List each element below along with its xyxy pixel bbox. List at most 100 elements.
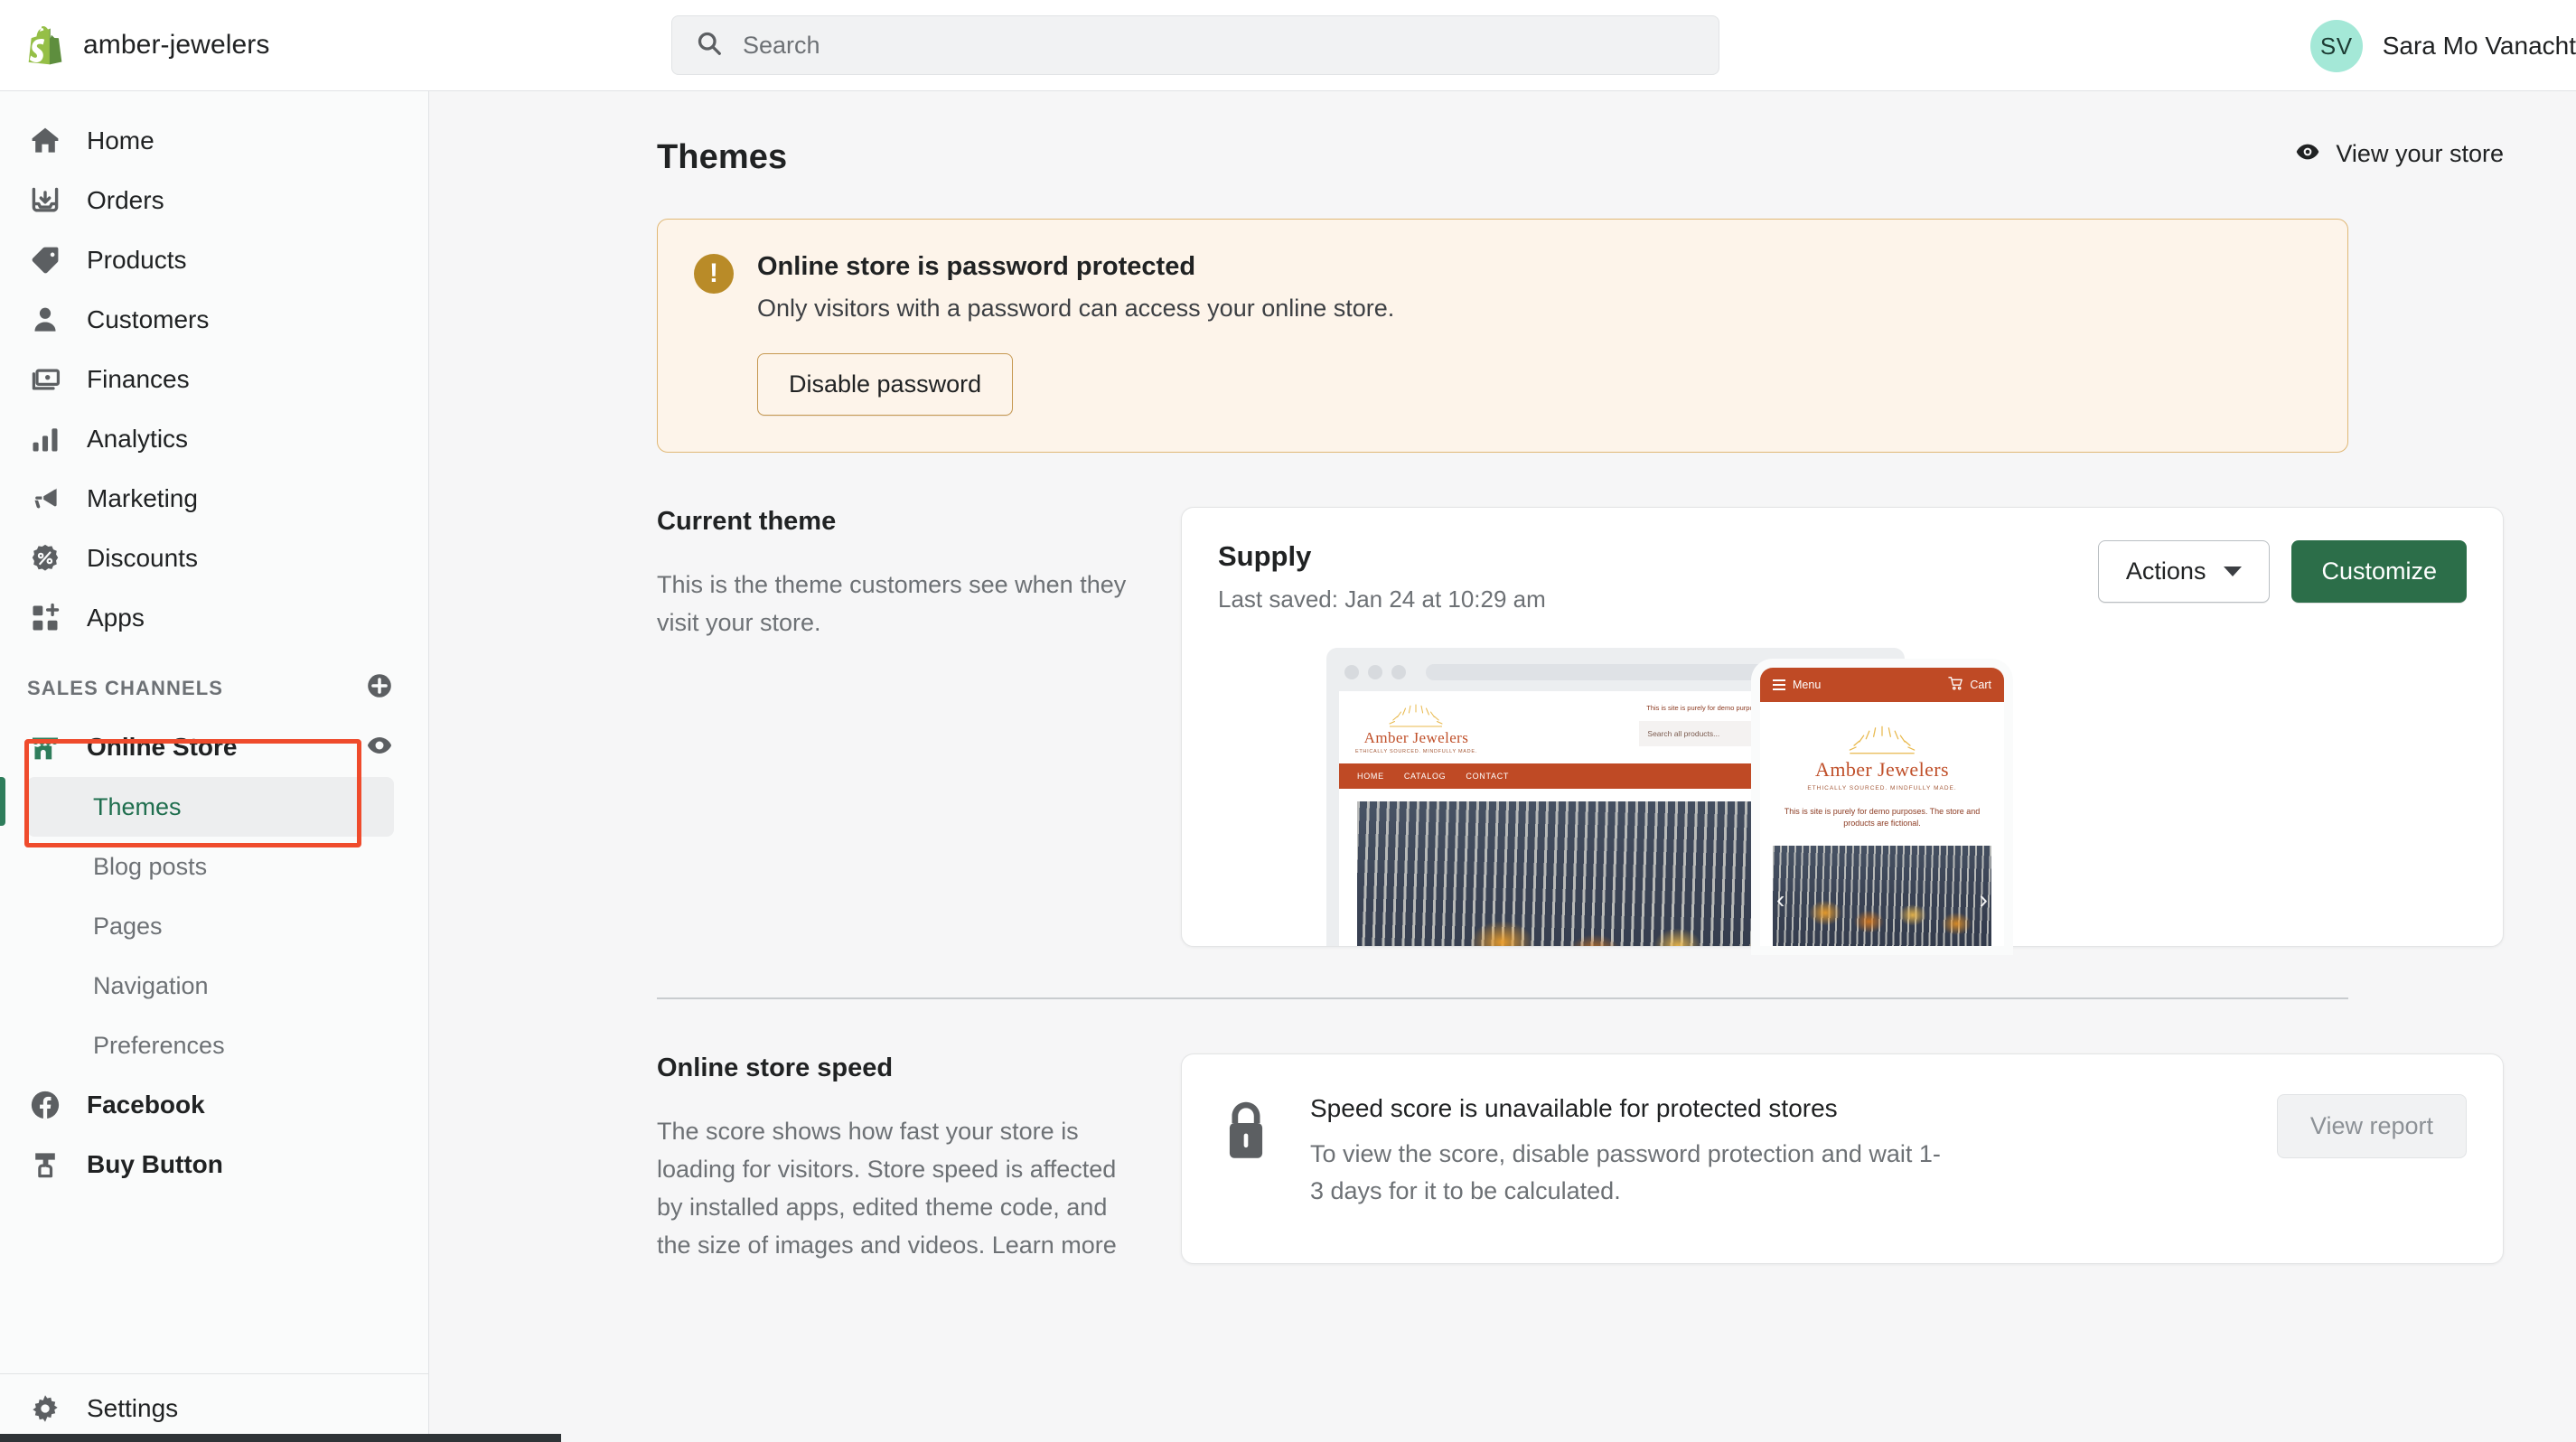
sidebar-label: Products xyxy=(87,246,187,274)
sidebar-item-online-store[interactable]: Online Store xyxy=(0,717,428,777)
theme-actions-row: Actions Customize xyxy=(2097,540,2467,603)
sidebar-label: Blog posts xyxy=(93,852,208,880)
sidebar-item-buy-button[interactable]: Buy Button xyxy=(0,1135,428,1194)
view-your-store-link[interactable]: View your store xyxy=(2294,138,2504,170)
browser-dot xyxy=(1368,665,1382,679)
sidebar-label: Apps xyxy=(87,604,145,632)
view-your-store-label: View your store xyxy=(2336,140,2504,167)
carousel-prev-arrow[interactable]: ‹ xyxy=(1776,887,1784,913)
sidebar: Home Orders Products Customers Finances … xyxy=(0,91,429,1442)
avatar: SV xyxy=(2309,20,2363,72)
theme-card-header: Supply Last saved: Jan 24 at 10:29 am Ac… xyxy=(1182,508,2503,613)
search-container[interactable]: Search xyxy=(671,15,1719,75)
sidebar-item-orders[interactable]: Orders xyxy=(0,171,428,230)
eye-icon[interactable] xyxy=(365,731,394,764)
store-speed-description: The score shows how fast your store is l… xyxy=(657,1118,1117,1259)
discount-percent-icon xyxy=(27,540,63,576)
banner-text: Only visitors with a password can access… xyxy=(757,295,1395,322)
lock-icon xyxy=(1218,1094,1274,1169)
current-theme-description: This is the theme customers see when the… xyxy=(657,571,1127,637)
sidebar-item-customers[interactable]: Customers xyxy=(0,290,428,350)
preview-search-placeholder: Search all products... xyxy=(1647,729,1720,738)
actions-button[interactable]: Actions xyxy=(2097,540,2271,603)
sidebar-label: Orders xyxy=(87,186,164,214)
theme-preview[interactable]: Amber Jewelers ETHICALLY SOURCED. MINDFU… xyxy=(1182,648,2503,946)
preview-logo: Amber Jewelers ETHICALLY SOURCED. MINDFU… xyxy=(1355,704,1477,754)
current-theme-heading: Current theme xyxy=(657,507,837,536)
preview-nav-item[interactable]: CATALOG xyxy=(1404,772,1447,781)
speed-card-text: To view the score, disable password prot… xyxy=(1310,1140,1941,1205)
bar-chart-icon xyxy=(27,421,63,457)
mobile-logo: Amber Jewelers ETHICALLY SOURCED. MINDFU… xyxy=(1760,702,2004,791)
sidebar-item-themes[interactable]: Themes xyxy=(27,777,394,837)
page-title: Themes xyxy=(657,138,788,176)
current-theme-card: Supply Last saved: Jan 24 at 10:29 am Ac… xyxy=(1181,507,2504,947)
store-speed-card: Speed score is unavailable for protected… xyxy=(1181,1053,2504,1265)
cart-icon xyxy=(1948,677,1963,693)
sidebar-item-apps[interactable]: Apps xyxy=(0,588,428,648)
sidebar-item-home[interactable]: Home xyxy=(0,111,428,171)
top-bar: amber-jewelers Search SV Sara Mo Vanacht xyxy=(0,0,2576,91)
sidebar-label: Navigation xyxy=(93,971,209,999)
store-speed-section: Online store speed The score shows how f… xyxy=(657,1053,2504,1265)
sidebar-label: Online Store xyxy=(87,733,238,761)
eye-icon xyxy=(2294,138,2321,170)
sunburst-icon xyxy=(1849,726,1916,754)
view-report-button[interactable]: View report xyxy=(2276,1094,2467,1158)
user-menu[interactable]: SV Sara Mo Vanacht xyxy=(2309,20,2576,72)
preview-tagline: ETHICALLY SOURCED. MINDFULLY MADE. xyxy=(1355,749,1477,754)
sidebar-item-analytics[interactable]: Analytics xyxy=(0,409,428,469)
mobile-demo-note: This is site is purely for demo purposes… xyxy=(1784,807,1981,829)
orders-inbox-icon xyxy=(27,183,63,219)
theme-last-saved: Last saved: Jan 24 at 10:29 am xyxy=(1218,585,1546,613)
product-tag-icon xyxy=(27,242,63,278)
carousel-next-arrow[interactable]: › xyxy=(1980,887,1988,913)
current-theme-description-col: Current theme This is the theme customer… xyxy=(657,507,1181,947)
hamburger-icon[interactable] xyxy=(1773,679,1785,690)
sidebar-item-discounts[interactable]: Discounts xyxy=(0,529,428,588)
horizontal-scrollbar[interactable] xyxy=(0,1434,561,1442)
sidebar-label: Facebook xyxy=(87,1091,205,1119)
megaphone-icon xyxy=(27,481,63,517)
storefront-icon xyxy=(27,729,63,765)
store-brand[interactable]: amber-jewelers xyxy=(0,26,429,65)
disable-password-button[interactable]: Disable password xyxy=(757,353,1014,416)
alert-exclamation-icon: ! xyxy=(694,254,734,294)
sidebar-item-products[interactable]: Products xyxy=(0,230,428,290)
sidebar-item-facebook[interactable]: Facebook xyxy=(0,1075,428,1135)
sidebar-item-preferences[interactable]: Preferences xyxy=(0,1016,428,1075)
sidebar-item-blog-posts[interactable]: Blog posts xyxy=(0,837,428,896)
sidebar-item-marketing[interactable]: Marketing xyxy=(0,469,428,529)
preview-nav-item[interactable]: CONTACT xyxy=(1466,772,1509,781)
search-icon xyxy=(696,30,723,61)
sales-channels-header: SALES CHANNELS xyxy=(0,648,428,717)
sidebar-label: Themes xyxy=(93,792,182,820)
sidebar-label: Marketing xyxy=(87,484,198,512)
password-protected-banner: ! Online store is password protected Onl… xyxy=(657,219,2348,453)
section-divider xyxy=(657,997,2348,999)
sidebar-item-pages[interactable]: Pages xyxy=(0,896,428,956)
mobile-top-bar: Menu Cart xyxy=(1760,668,2004,702)
sidebar-label: Preferences xyxy=(93,1031,225,1059)
sidebar-label: Buy Button xyxy=(87,1150,223,1178)
sidebar-item-finances[interactable]: Finances xyxy=(0,350,428,409)
search-input[interactable]: Search xyxy=(671,15,1719,75)
mobile-shop-name: Amber Jewelers xyxy=(1815,758,1949,781)
current-theme-section: Current theme This is the theme customer… xyxy=(657,507,2504,947)
sidebar-item-settings[interactable]: Settings xyxy=(0,1373,428,1442)
gear-icon xyxy=(27,1390,63,1427)
preview-nav-item[interactable]: HOME xyxy=(1357,772,1384,781)
apps-grid-plus-icon xyxy=(27,600,63,636)
main-content: Themes View your store ! Online store is… xyxy=(429,91,2576,1442)
browser-dot xyxy=(1391,665,1406,679)
browser-dot xyxy=(1344,665,1359,679)
plus-circle-icon[interactable] xyxy=(365,671,394,705)
customize-button[interactable]: Customize xyxy=(2291,540,2467,603)
sidebar-label: Pages xyxy=(93,912,163,940)
theme-name: Supply xyxy=(1218,540,1312,572)
mobile-cart-label: Cart xyxy=(1970,679,1991,691)
sales-channels-title: SALES CHANNELS xyxy=(27,676,224,699)
sidebar-item-navigation[interactable]: Navigation xyxy=(0,956,428,1016)
sidebar-label: Discounts xyxy=(87,544,198,572)
store-name: amber-jewelers xyxy=(83,30,270,60)
